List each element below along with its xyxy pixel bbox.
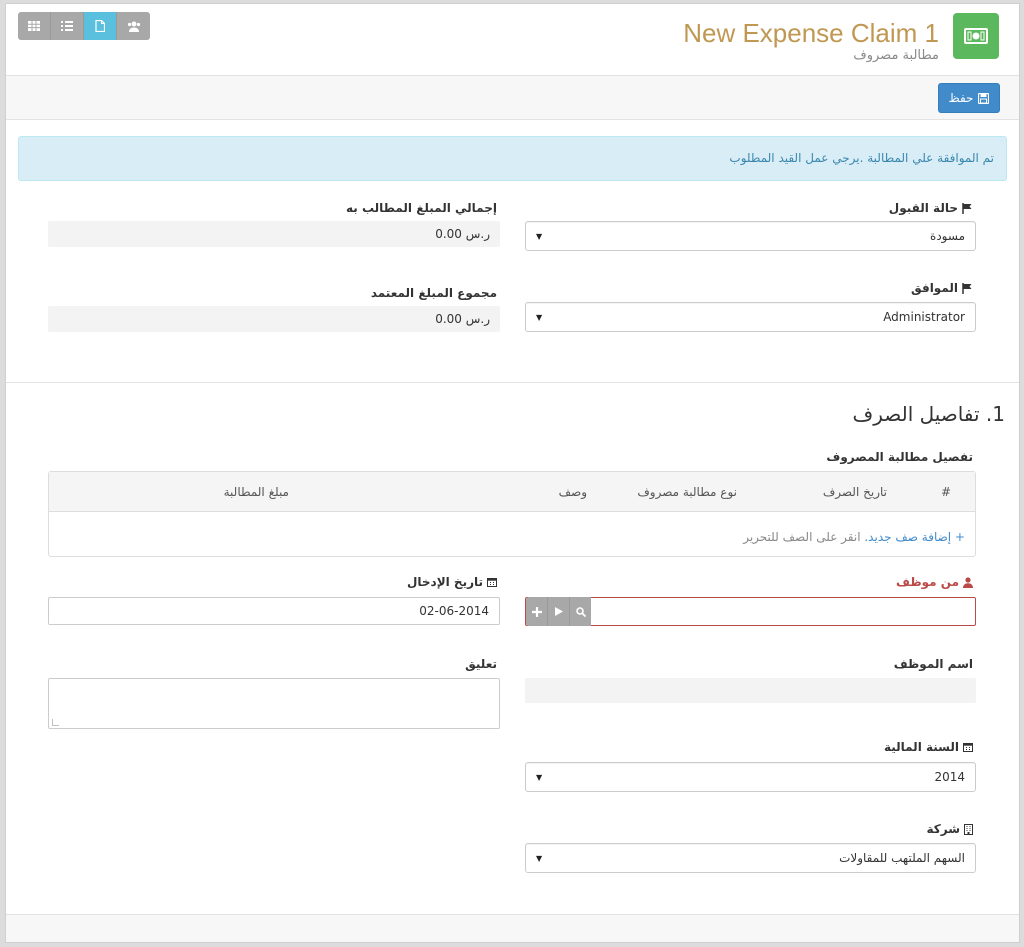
open-employee-button[interactable] [548,597,570,626]
grid-col-expense-date: تاريخ الصرف [822,485,887,499]
save-label: حفظ [948,91,974,105]
caret-down-icon: ▼ [536,312,543,322]
grid-col-description: وصف [558,485,587,499]
posting-date-input[interactable]: 02-06-2014 [48,597,500,625]
file-icon [95,20,105,32]
view-switcher [18,12,150,40]
expense-details-grid: # تاريخ الصرف نوع مطالبة مصروف وصف مبلغ … [48,471,976,557]
caret-down-icon: ▼ [536,231,543,241]
search-icon [575,606,586,617]
flag-icon [962,282,972,294]
grid-col-index: # [940,485,951,499]
total-sanctioned-label: مجموع المبلغ المعتمد [370,286,497,300]
form-page: New Expense Claim 1 مطالبة مصروف حفظ تم … [5,3,1020,943]
approval-status-label: حالة القبول [889,201,973,215]
app-icon [953,13,999,59]
floppy-icon [978,92,990,104]
user-icon [963,576,973,588]
save-button[interactable]: حفظ [938,83,1000,113]
page-subtitle: مطالبة مصروف [853,48,939,63]
resize-handle[interactable] [52,719,59,726]
approval-alert: تم الموافقة علي المطالبة .يرجي عمل القيد… [18,136,1007,181]
posting-date-value: 02-06-2014 [419,604,489,618]
fiscal-year-label: السنة المالية [884,740,973,754]
alert-text: تم الموافقة علي المطالبة .يرجي عمل القيد… [729,151,994,165]
total-claimed-label: إجمالي المبلغ المطالب به [345,201,497,215]
building-icon [964,823,973,835]
caret-down-icon: ▼ [536,772,543,782]
approval-status-select[interactable]: مسودة ▼ [525,221,976,251]
page-header: New Expense Claim 1 مطالبة مصروف [6,4,1019,76]
add-row-link[interactable]: + إضافة صف جديد. [864,530,965,544]
company-value: السهم الملتهب للمقاولات [839,851,965,865]
search-employee-button[interactable] [570,597,591,626]
form-toolbar: حفظ [6,76,1019,120]
remark-label: تعليق [465,657,497,671]
employee-label: من موظف [896,575,973,589]
section-divider [6,382,1019,383]
remark-textarea[interactable] [48,678,500,729]
calendar-icon [487,578,497,587]
calendar-icon [963,743,973,752]
employee-input[interactable] [525,597,976,626]
caret-down-icon: ▼ [536,853,543,863]
employee-name-label: اسم الموظف [893,657,973,671]
new-employee-button[interactable] [526,597,548,626]
approver-select[interactable]: Administrator ▼ [525,302,976,332]
flag-icon [962,202,972,214]
grid-col-claim-amount: مبلغ المطالبة [223,485,289,499]
section-title: 1. تفاصيل الصرف [852,402,1005,426]
users-icon [127,21,140,32]
approver-label: الموافق [911,281,973,295]
employee-link-buttons [526,597,591,626]
employee-name-value [525,678,976,703]
company-select[interactable]: السهم الملتهب للمقاولات ▼ [525,843,976,873]
page-title: New Expense Claim 1 [683,18,939,48]
grid-col-expense-type: نوع مطالبة مصروف [637,485,737,499]
expense-grid-label: تفصيل مطالبة المصروف [826,450,973,464]
form-view-button[interactable] [84,12,117,40]
grid-hint: انقر على الصف للتحرير [743,530,865,544]
money-icon [964,28,988,44]
grid-footer: + إضافة صف جديد. انقر على الصف للتحرير [743,530,965,544]
plus-icon [531,606,542,617]
table-icon [28,21,40,31]
grid-view-button[interactable] [18,12,51,40]
play-icon [554,607,563,616]
list-view-button[interactable] [51,12,84,40]
company-label: شركة [926,822,973,836]
footer-bar [6,914,1019,942]
total-claimed-value: ر.س 0.00 [48,221,500,247]
fiscal-year-value: 2014 [934,770,965,784]
grid-header: # تاريخ الصرف نوع مطالبة مصروف وصف مبلغ … [49,472,975,512]
approver-value: Administrator [883,310,965,324]
posting-date-label: تاريخ الإدخال [407,575,497,589]
total-sanctioned-value: ر.س 0.00 [48,306,500,332]
users-view-button[interactable] [117,12,150,40]
fiscal-year-select[interactable]: 2014 ▼ [525,762,976,792]
list-icon [61,21,73,31]
approval-status-value: مسودة [930,229,965,243]
